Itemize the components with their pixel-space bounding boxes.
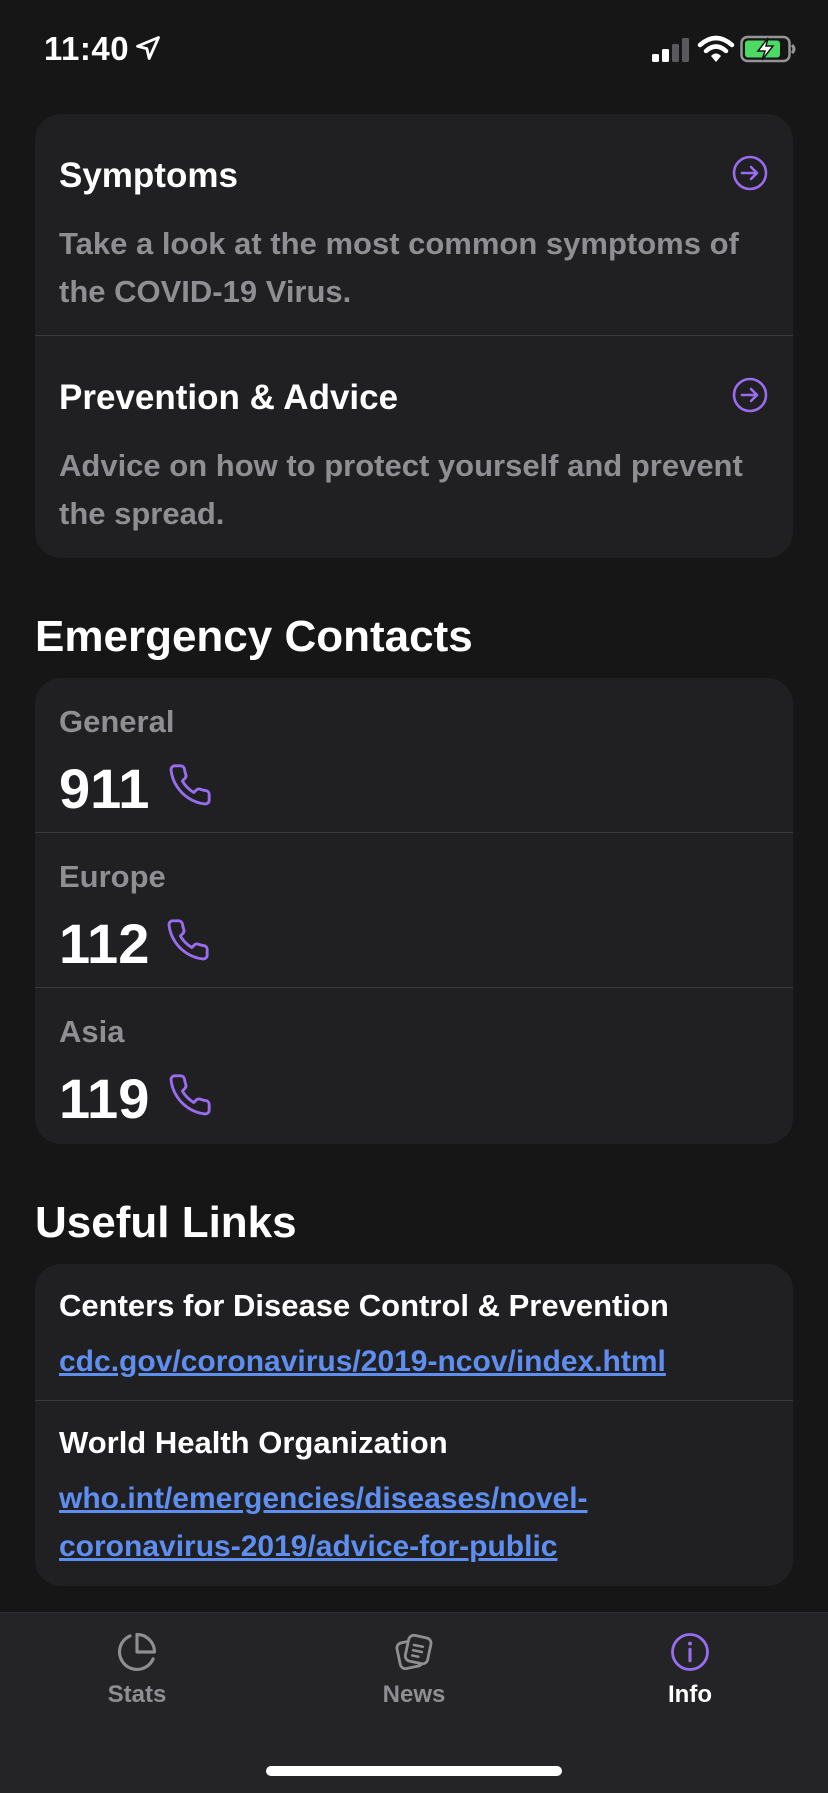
- tab-label: Stats: [107, 1681, 167, 1708]
- link-row-who: World Health Organization who.int/emerge…: [35, 1401, 793, 1586]
- contact-label: General: [59, 704, 175, 739]
- news-icon: [395, 1633, 433, 1671]
- contact-row-europe[interactable]: Europe 112: [35, 833, 793, 988]
- contact-number: 911: [59, 757, 150, 820]
- emergency-section-title: Emergency Contacts: [35, 612, 473, 661]
- useful-links-card: Centers for Disease Control & Prevention…: [35, 1264, 793, 1586]
- emergency-contacts-card: General 911 Europe 112 Asia 119: [35, 678, 793, 1144]
- tab-label: Info: [668, 1681, 712, 1708]
- tab-info[interactable]: Info: [590, 1613, 790, 1723]
- status-bar: 11:40: [0, 0, 828, 100]
- symptoms-row[interactable]: Symptoms Take a look at the most common …: [35, 114, 793, 336]
- phone-icon[interactable]: [167, 762, 213, 808]
- wifi-icon: [697, 35, 735, 62]
- info-icon: [671, 1633, 709, 1671]
- symptoms-title: Symptoms: [59, 156, 238, 195]
- phone-icon[interactable]: [165, 917, 211, 963]
- pie-chart-icon: [117, 1632, 157, 1672]
- prevention-description: Advice on how to protect yourself and pr…: [59, 448, 743, 531]
- phone-icon[interactable]: [167, 1072, 213, 1118]
- link-row-cdc: Centers for Disease Control & Prevention…: [35, 1264, 793, 1401]
- arrow-right-circle-icon[interactable]: [731, 154, 769, 192]
- prevention-row[interactable]: Prevention & Advice Advice on how to pro…: [35, 336, 793, 558]
- contact-label: Asia: [59, 1014, 125, 1049]
- contact-row-general[interactable]: General 911: [35, 678, 793, 833]
- contact-row-asia[interactable]: Asia 119: [35, 988, 793, 1144]
- status-time: 11:40: [44, 30, 130, 67]
- arrow-right-circle-icon[interactable]: [731, 376, 769, 414]
- link-title: World Health Organization: [59, 1425, 448, 1460]
- link-url[interactable]: cdc.gov/coronavirus/2019-ncov/index.html: [59, 1338, 779, 1386]
- info-card: Symptoms Take a look at the most common …: [35, 114, 793, 558]
- symptoms-description: Take a look at the most common symptoms …: [59, 226, 739, 309]
- contact-number: 119: [59, 1067, 150, 1130]
- link-url[interactable]: who.int/emergencies/diseases/novel-coron…: [59, 1475, 699, 1571]
- link-title: Centers for Disease Control & Prevention: [59, 1288, 669, 1323]
- tab-label: News: [382, 1681, 446, 1708]
- home-indicator: [266, 1766, 562, 1776]
- tab-stats[interactable]: Stats: [37, 1613, 237, 1723]
- prevention-title: Prevention & Advice: [59, 378, 399, 417]
- contact-label: Europe: [59, 859, 166, 894]
- cellular-signal-icon: [652, 38, 689, 62]
- location-arrow-icon: [136, 36, 160, 60]
- contact-number: 112: [59, 912, 150, 975]
- tab-news[interactable]: News: [314, 1613, 514, 1723]
- battery-charging-icon: [740, 35, 796, 63]
- links-section-title: Useful Links: [35, 1198, 297, 1247]
